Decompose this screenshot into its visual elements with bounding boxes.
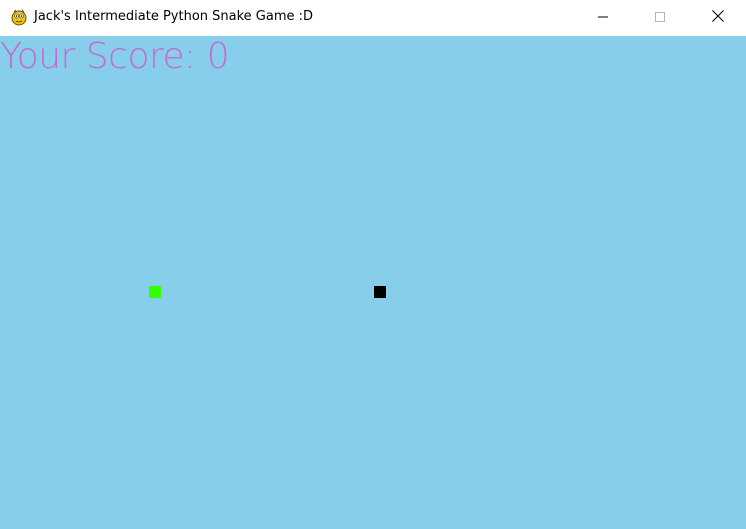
window-title: Jack's Intermediate Python Snake Game :D	[34, 9, 314, 24]
score-display: Your Score: 0	[0, 36, 230, 78]
score-value: 0	[206, 36, 230, 77]
food-pellet	[149, 286, 161, 298]
game-window: Jack's Intermediate Python Snake Game :D	[0, 0, 746, 529]
maximize-icon	[654, 8, 666, 27]
score-label: Your Score:	[0, 36, 207, 77]
snake-head	[374, 286, 386, 298]
title-bar[interactable]: Jack's Intermediate Python Snake Game :D	[0, 0, 746, 36]
close-button[interactable]	[695, 0, 741, 34]
minimize-button[interactable]	[580, 0, 626, 34]
game-canvas[interactable]: Your Score: 0	[0, 36, 746, 529]
close-icon	[711, 8, 725, 27]
maximize-button[interactable]	[637, 0, 683, 34]
minimize-icon	[597, 8, 609, 27]
pygame-snake-icon	[10, 8, 28, 26]
